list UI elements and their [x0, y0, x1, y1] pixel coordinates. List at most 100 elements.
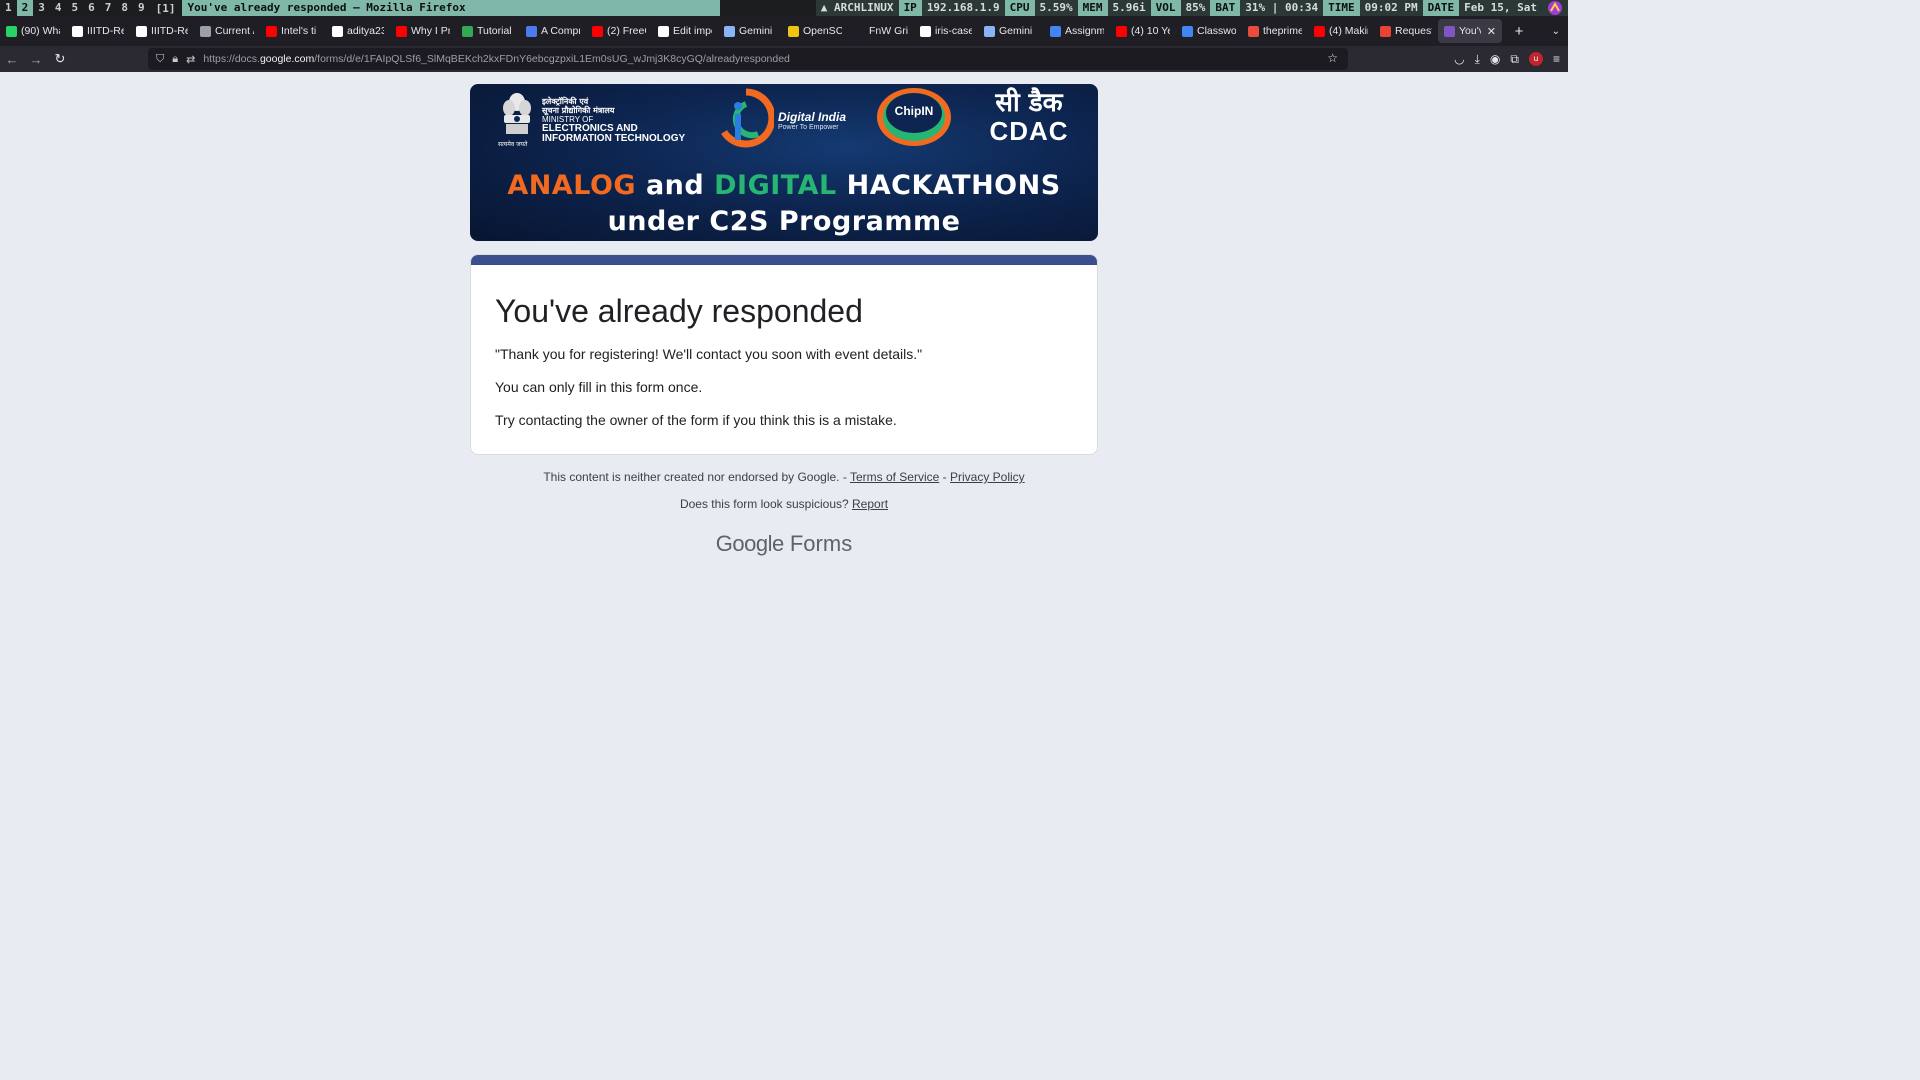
tab-label: Assignm: [1065, 25, 1104, 37]
tab-favicon-icon: [724, 25, 735, 37]
vol-value: 85%: [1180, 0, 1211, 16]
account-icon[interactable]: ◉: [1490, 52, 1500, 66]
browser-tab[interactable]: (4) Makin: [1308, 16, 1374, 46]
browser-tab[interactable]: Tutorial (: [456, 16, 520, 46]
workspace-9[interactable]: 9: [133, 0, 150, 16]
tab-label: (4) Makin: [1329, 25, 1368, 37]
tab-label: Gemini: [999, 25, 1033, 37]
workspace-7[interactable]: 7: [100, 0, 117, 16]
footer-report: Does this form look suspicious? Report: [679, 497, 889, 511]
digital-india-tagline: Power To Empower: [778, 123, 839, 131]
browser-tab[interactable]: IIITD-Re: [130, 16, 194, 46]
reload-icon[interactable]: ↻: [48, 51, 72, 67]
tab-favicon-icon: [1116, 25, 1127, 37]
downloads-icon[interactable]: ⤓: [1475, 52, 1480, 67]
tab-label: iris-case: [935, 25, 972, 37]
shield-icon[interactable]: ⛉: [156, 53, 164, 66]
browser-tab[interactable]: OpenSC/: [782, 16, 848, 46]
tab-label: Intel's ti: [281, 25, 317, 37]
tab-favicon-icon: [72, 25, 83, 37]
tab-favicon-icon: [462, 25, 473, 37]
extensions-icon[interactable]: ⧉: [1510, 52, 1519, 67]
browser-tab[interactable]: theprime: [1242, 16, 1308, 46]
form-header-banner: इलेक्ट्रॉनिकी एवं सूचना प्रौद्योगिकी मंत…: [470, 84, 1098, 241]
back-arrow-icon[interactable]: ←: [0, 52, 24, 67]
workspace-5[interactable]: 5: [67, 0, 84, 16]
close-tab-icon[interactable]: ✕: [1487, 25, 1496, 38]
chipin-label: ChipIN: [894, 104, 934, 118]
permissions-icon[interactable]: ⇄: [186, 53, 195, 66]
browser-tab[interactable]: aditya23: [326, 16, 390, 46]
browser-tab[interactable]: Assignm: [1044, 16, 1110, 46]
confirmation-message: "Thank you for registering! We'll contac…: [495, 346, 923, 362]
bat-value: 31% | 00:34: [1240, 0, 1324, 16]
tab-label: theprime: [1263, 25, 1302, 37]
tab-favicon-icon: [1444, 25, 1455, 37]
browser-tab[interactable]: Request: [1374, 16, 1438, 46]
workspace-4[interactable]: 4: [50, 0, 67, 16]
workspace-6[interactable]: 6: [83, 0, 100, 16]
workspace-1[interactable]: 1: [0, 0, 17, 16]
new-tab-plus-icon[interactable]: +: [1508, 23, 1530, 40]
browser-tab[interactable]: (2) FreeC: [586, 16, 652, 46]
browser-tab[interactable]: Classwo: [1176, 16, 1242, 46]
url-text[interactable]: https://docs.google.com/forms/d/e/1FAIpQ…: [203, 53, 790, 65]
pocket-icon[interactable]: ◡: [1454, 52, 1464, 66]
page-content: इलेक्ट्रॉनिकी एवं सूचना प्रौद्योगिकी मंत…: [0, 72, 1568, 882]
mem-label: MEM: [1077, 0, 1108, 16]
browser-tab[interactable]: Why I Pr: [390, 16, 456, 46]
workspace-3[interactable]: 3: [33, 0, 50, 16]
ministry-hindi-line-1: इलेक्ट्रॉनिकी एवं: [542, 96, 589, 106]
tab-label: Classwo: [1197, 25, 1236, 37]
time-label: TIME: [1323, 0, 1360, 16]
time-value: 09:02 PM: [1359, 0, 1423, 16]
footer-disclaimer: This content is neither created nor endo…: [543, 470, 1025, 484]
privacy-policy-link[interactable]: Privacy Policy: [950, 470, 1025, 484]
tab-favicon-icon: [592, 25, 603, 37]
tab-label: (90) Wha: [21, 25, 60, 37]
browser-tab[interactable]: (4) 10 Ye: [1110, 16, 1176, 46]
browser-tab[interactable]: IIITD-Re: [66, 16, 130, 46]
forward-arrow-icon[interactable]: →: [24, 52, 48, 67]
browser-tab[interactable]: (90) Wha: [0, 16, 66, 46]
tab-list-chevron-icon[interactable]: ⌄: [1552, 26, 1560, 37]
tab-favicon-icon: [396, 25, 407, 37]
browser-tab[interactable]: FnW Griffith: [848, 16, 914, 46]
bookmark-star-icon[interactable]: ☆: [1327, 51, 1338, 65]
layout-mode-indicator: [1]: [155, 1, 176, 15]
page-title: You've already responded: [495, 293, 863, 329]
browser-tab-bar: (90) Wha IIITD-Re IIITD-Re Current / Intel's…: [0, 16, 1568, 46]
single-submission-note: You can only fill in this form once.: [495, 379, 703, 395]
tab-favicon-icon: [1314, 25, 1325, 37]
browser-tab[interactable]: Current /: [194, 16, 260, 46]
browser-tab[interactable]: Gemini: [718, 16, 782, 46]
menu-hamburger-icon[interactable]: ≡: [1553, 52, 1560, 66]
tab-favicon-icon: [6, 25, 17, 37]
browser-tab[interactable]: You've ✕: [1438, 19, 1502, 43]
workspace-8[interactable]: 8: [116, 0, 133, 16]
tab-label: IIITD-Re: [151, 25, 188, 37]
ministry-text: इलेक्ट्रॉनिकी एवं सूचना प्रौद्योगिकी मंत…: [542, 97, 685, 144]
terms-of-service-link[interactable]: Terms of Service: [850, 470, 939, 484]
ministry-english-line-2: ELECTRONICS AND: [542, 122, 638, 134]
digital-india-title: Digital India: [778, 109, 847, 124]
tab-favicon-icon: [1380, 25, 1391, 37]
lock-icon[interactable]: 🔒︎: [172, 53, 178, 66]
browser-tab[interactable]: Intel's ti: [260, 16, 326, 46]
tab-label: Why I Pr: [411, 25, 450, 37]
browser-tab[interactable]: A Compr: [520, 16, 586, 46]
google-forms-logo[interactable]: Google Forms: [0, 531, 1568, 557]
report-link[interactable]: Report: [852, 497, 888, 511]
workspace-2[interactable]: 2: [16, 0, 34, 16]
ublock-extension-icon[interactable]: u: [1528, 52, 1543, 66]
browser-tab[interactable]: Edit impo: [652, 16, 718, 46]
tab-favicon-icon: [1248, 25, 1259, 37]
tab-label: Gemini: [739, 25, 773, 37]
tab-label: You've: [1459, 25, 1481, 37]
vol-label: VOL: [1150, 0, 1181, 16]
address-bar[interactable]: ⛉ 🔒︎ ⇄ https://docs.google.com/forms/d/e…: [148, 48, 1348, 70]
browser-tab[interactable]: iris-case: [914, 16, 978, 46]
browser-tab[interactable]: Gemini: [978, 16, 1044, 46]
app-logo-icon: [1542, 0, 1568, 16]
tab-label: (2) FreeC: [607, 25, 646, 37]
